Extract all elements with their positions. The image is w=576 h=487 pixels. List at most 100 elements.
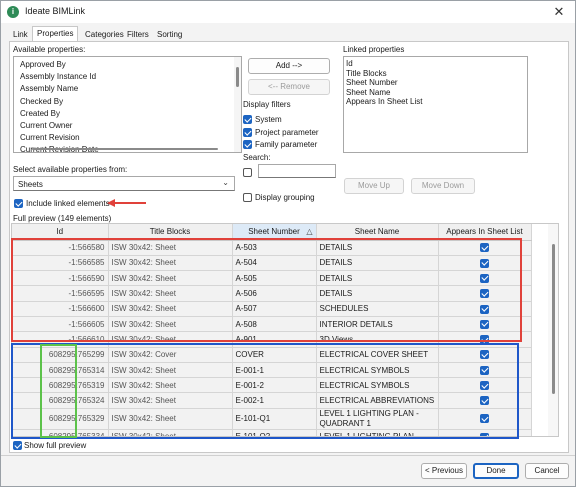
checkbox-checked-icon[interactable]	[480, 432, 489, 436]
preview-grid[interactable]: Id Title Blocks Sheet Number △ Sheet Nam…	[11, 223, 559, 437]
table-row[interactable]: -1:566595 ISW 30x42: Sheet A-506 DETAILS	[12, 285, 532, 302]
list-item[interactable]: Appears In Sheet List	[344, 97, 527, 107]
table-row[interactable]: 608295:765329 ISW 30x42: Sheet E-101-Q1 LEV…	[12, 408, 532, 430]
cell-sheet-name[interactable]: DETAILS	[316, 255, 439, 272]
cell-title-block[interactable]: ISW 30x42: Cover	[108, 347, 233, 363]
cell-title-block[interactable]: ISW 30x42: Sheet	[108, 285, 233, 302]
cell-appears-in-sheet-list[interactable]	[438, 429, 532, 436]
list-item[interactable]: Current Revision	[14, 132, 241, 144]
table-row[interactable]: 608295:765324 ISW 30x42: Sheet E-002-1 ELEC…	[12, 392, 532, 409]
cell-appears-in-sheet-list[interactable]	[438, 408, 532, 430]
cell-id[interactable]: -1:566605	[12, 316, 109, 333]
tab-filters[interactable]: Filters	[123, 28, 153, 42]
tab-sorting[interactable]: Sorting	[153, 28, 186, 42]
cell-sheet-number[interactable]: COVER	[232, 347, 317, 363]
list-item[interactable]: Sheet Number	[344, 78, 527, 88]
cell-sheet-name[interactable]: LEVEL 1 LIGHTING PLAN - QUADRANT 1	[316, 408, 439, 430]
done-button[interactable]: Done	[473, 463, 519, 479]
list-item[interactable]: Checked By	[14, 96, 241, 108]
checkbox-checked-icon[interactable]	[480, 381, 489, 391]
table-row[interactable]: -1:566600 ISW 30x42: Sheet A-507 SCHEDULES	[12, 301, 532, 317]
cell-appears-in-sheet-list[interactable]	[438, 331, 532, 348]
project-parameter-checkbox[interactable]	[243, 128, 252, 137]
cell-id[interactable]: -1:566600	[12, 301, 109, 317]
cell-title-block[interactable]: ISW 30x42: Sheet	[108, 408, 233, 430]
cell-appears-in-sheet-list[interactable]	[438, 301, 532, 317]
cell-sheet-name[interactable]: ELECTRICAL COVER SHEET	[316, 347, 439, 363]
grid-vertical-scrollbar[interactable]	[548, 224, 558, 436]
horizontal-scroll-thumb[interactable]	[32, 148, 218, 150]
checkbox-checked-icon[interactable]	[480, 350, 489, 360]
linked-properties-list[interactable]: Id Title Blocks Sheet Number Sheet Name …	[343, 56, 528, 153]
list-item[interactable]: Assembly Name	[14, 83, 241, 95]
cell-sheet-name[interactable]: SCHEDULES	[316, 301, 439, 317]
move-down-button[interactable]: Move Down	[411, 178, 475, 194]
cell-title-block[interactable]: ISW 30x42: Sheet	[108, 240, 233, 256]
cell-appears-in-sheet-list[interactable]	[438, 270, 532, 287]
cell-sheet-name[interactable]: DETAILS	[316, 270, 439, 287]
cell-appears-in-sheet-list[interactable]	[438, 377, 532, 394]
cell-sheet-name[interactable]: ELECTRICAL SYMBOLS	[316, 362, 439, 379]
cell-title-block[interactable]: ISW 30x42: Sheet	[108, 255, 233, 272]
cell-id[interactable]: -1:566590	[12, 270, 109, 287]
cell-sheet-name[interactable]: DETAILS	[316, 285, 439, 302]
cell-title-block[interactable]: ISW 30x42: Sheet	[108, 377, 233, 394]
cell-id[interactable]: 608295:765334	[12, 429, 109, 436]
scroll-thumb[interactable]	[552, 244, 555, 394]
cell-title-block[interactable]: ISW 30x42: Sheet	[108, 316, 233, 333]
close-button[interactable]: ✕	[551, 4, 567, 20]
cell-id[interactable]: 608295:765329	[12, 408, 109, 430]
cell-appears-in-sheet-list[interactable]	[438, 362, 532, 379]
cell-title-block[interactable]: ISW 30x42: Sheet	[108, 301, 233, 317]
cell-appears-in-sheet-list[interactable]	[438, 316, 532, 333]
cell-sheet-name[interactable]: 3D Views	[316, 331, 439, 348]
cell-sheet-name[interactable]: LEVEL 1 LIGHTING PLAN -	[316, 429, 439, 436]
table-row[interactable]: -1:566580 ISW 30x42: Sheet A-503 DETAILS	[12, 240, 532, 256]
cell-sheet-name[interactable]: DETAILS	[316, 240, 439, 256]
search-checkbox[interactable]	[243, 168, 252, 177]
checkbox-checked-icon[interactable]	[480, 289, 489, 299]
cell-sheet-name[interactable]: ELECTRICAL SYMBOLS	[316, 377, 439, 394]
checkbox-checked-icon[interactable]	[480, 335, 489, 345]
select-from-dropdown[interactable]: Sheets ⌄	[13, 176, 235, 191]
cell-title-block[interactable]: ISW 30x42: Sheet	[108, 270, 233, 287]
table-row[interactable]: 608295:765299 ISW 30x42: Cover COVER ELECTR…	[12, 347, 532, 363]
cell-sheet-number[interactable]: A-508	[232, 316, 317, 333]
cell-id[interactable]: -1:566580	[12, 240, 109, 256]
column-header-id[interactable]: Id	[12, 224, 109, 241]
column-header-sheet-name[interactable]: Sheet Name	[316, 224, 439, 241]
table-row[interactable]: 608295:765314 ISW 30x42: Sheet E-001-1 ELEC…	[12, 362, 532, 379]
include-linked-checkbox[interactable]	[14, 199, 23, 208]
cell-appears-in-sheet-list[interactable]	[438, 347, 532, 363]
scroll-thumb[interactable]	[236, 67, 239, 87]
cell-appears-in-sheet-list[interactable]	[438, 285, 532, 302]
cell-sheet-number[interactable]: E-101-Q1	[232, 408, 317, 430]
cell-sheet-number[interactable]: A-503	[232, 240, 317, 256]
checkbox-checked-icon[interactable]	[480, 243, 489, 253]
cell-sheet-name[interactable]: ELECTRICAL ABBREVIATIONS	[316, 392, 439, 409]
system-checkbox[interactable]	[243, 115, 252, 124]
table-row[interactable]: -1:566585 ISW 30x42: Sheet A-504 DETAILS	[12, 255, 532, 272]
cell-title-block[interactable]: ISW 30x42: Sheet	[108, 331, 233, 348]
cell-sheet-number[interactable]: A-506	[232, 285, 317, 302]
cell-sheet-number[interactable]: A-505	[232, 270, 317, 287]
list-item[interactable]: Created By	[14, 108, 241, 120]
checkbox-checked-icon[interactable]	[480, 273, 489, 283]
table-row[interactable]: -1:566610 ISW 30x42: Sheet A-901 3D Views	[12, 331, 532, 348]
cell-id[interactable]: 608295:765314	[12, 362, 109, 379]
cell-appears-in-sheet-list[interactable]	[438, 392, 532, 409]
previous-button[interactable]: < Previous	[421, 463, 467, 479]
search-input[interactable]	[258, 164, 336, 178]
remove-button[interactable]: <-- Remove	[248, 79, 330, 95]
list-item[interactable]: Current Owner	[14, 120, 241, 132]
cell-appears-in-sheet-list[interactable]	[438, 255, 532, 272]
cell-sheet-number[interactable]: E-101-Q2	[232, 429, 317, 436]
table-row[interactable]: 608295:765334 ISW 30x42: Sheet E-101-Q2 LEV…	[12, 429, 532, 436]
list-item[interactable]: Assembly Instance Id	[14, 71, 241, 83]
column-header-appears-in-sheet-list[interactable]: Appears In Sheet List	[438, 224, 532, 241]
list-item[interactable]: Sheet Name	[344, 88, 527, 98]
vertical-scrollbar[interactable]	[234, 57, 241, 152]
cell-id[interactable]: -1:566585	[12, 255, 109, 272]
cell-sheet-number[interactable]: E-002-1	[232, 392, 317, 409]
column-header-title-blocks[interactable]: Title Blocks	[108, 224, 233, 241]
